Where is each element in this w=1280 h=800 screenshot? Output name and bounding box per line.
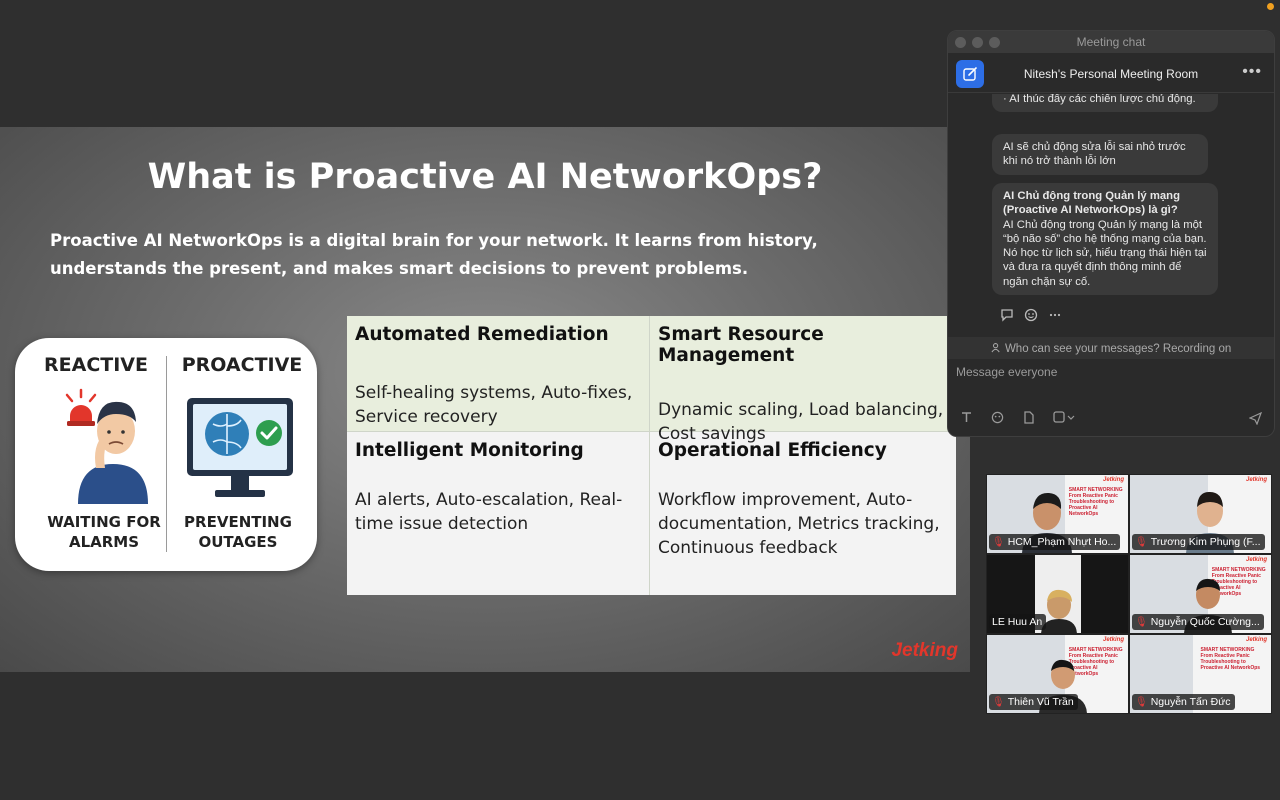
participant-name: Nguyễn Quốc Cường...	[1150, 616, 1260, 628]
participant-name: Thiên Vũ Trần	[1007, 696, 1074, 708]
jetking-mini-logo: Jetking	[1245, 557, 1267, 563]
table-cell: Automated Remediation Self-healing syste…	[347, 316, 650, 432]
message-input[interactable]: Message everyone	[956, 365, 1057, 379]
worried-person-alarm-icon	[65, 388, 148, 504]
reply-icon[interactable]	[1000, 308, 1014, 325]
slide-intro: Proactive AI NetworkOps is a digital bra…	[50, 231, 818, 278]
meeting-room-name: Nitesh's Personal Meeting Room	[1023, 67, 1199, 81]
participant-nameplate: 🎙 Trương Kim Phụng (F...	[1132, 534, 1265, 550]
mic-muted-icon: 🎙	[1135, 536, 1148, 548]
emoji-icon[interactable]	[991, 411, 1004, 427]
participant-name: HCM_Phạm Nhựt Ho...	[1007, 536, 1117, 548]
more-icon[interactable]: •••	[1242, 63, 1262, 81]
participant-name: Trương Kim Phụng (F...	[1150, 536, 1261, 548]
table-cell: Operational Efficiency Workflow improvem…	[650, 432, 956, 595]
edit-icon	[963, 67, 977, 81]
reactive-proactive-card: REACTIVE PROACTIVE WAITING FOR ALARMS PR…	[15, 338, 317, 571]
edit-button[interactable]	[956, 60, 984, 88]
thumbnail-text: SMART NETWORKING From Reactive Panic Troub…	[1068, 487, 1123, 517]
cell-body: AI alerts, Auto-escalation, Real-time is…	[355, 490, 623, 534]
participant-tile[interactable]: SMART NETWORKING From Reactive Panic Troub…	[1129, 634, 1272, 714]
participant-tile[interactable]: LE Huu An	[986, 554, 1129, 634]
meeting-chat-panel: Meeting chat Nitesh's Personal Meeting R…	[947, 30, 1275, 437]
capabilities-table: Automated Remediation Self-healing syste…	[347, 316, 956, 595]
slide-title: What is Proactive AI NetworkOps?	[147, 157, 823, 197]
jetking-mini-logo: Jetking	[1245, 477, 1267, 483]
participant-nameplate: LE Huu An	[989, 614, 1047, 630]
screenshot-icon[interactable]	[1053, 411, 1075, 427]
chat-titlebar: Meeting chat	[948, 31, 1274, 53]
chat-header: Nitesh's Personal Meeting Room •••	[948, 53, 1274, 93]
jetking-logo: Jetking	[891, 640, 958, 661]
participant-tile[interactable]: SMART NETWORKING From Reactive Panic Troub…	[986, 634, 1129, 714]
participant-tile[interactable]: Jetking 🎙 Trương Kim Phụng (F...	[1129, 474, 1272, 554]
people-icon	[991, 343, 1000, 353]
participant-nameplate: 🎙 HCM_Phạm Nhựt Ho...	[989, 534, 1121, 550]
send-button[interactable]	[1248, 411, 1263, 428]
notification-dot	[1267, 3, 1274, 10]
message-heading: AI Chủ động trong Quản lý mạng (Proactiv…	[1003, 190, 1180, 217]
participant-nameplate: 🎙 Nguyễn Tấn Đức	[1132, 694, 1235, 710]
proactive-heading: PROACTIVE	[181, 354, 303, 376]
chat-message: · AI thúc đẩy các chiến lược chủ động.	[992, 94, 1218, 113]
cell-title: Automated Remediation	[355, 324, 609, 345]
cell-title: Intelligent Monitoring	[355, 440, 584, 461]
message-body: AI Chủ động trong Quản lý mạng là một “b…	[1003, 218, 1207, 288]
participant-name: LE Huu An	[992, 616, 1043, 628]
participant-nameplate: 🎙 Thiên Vũ Trần	[989, 694, 1078, 710]
participant-nameplate: 🎙 Nguyễn Quốc Cường...	[1132, 614, 1264, 630]
chat-message: AI Chủ động trong Quản lý mạng (Proactiv…	[992, 183, 1218, 296]
cell-body: Workflow improvement, Auto-documentation…	[658, 490, 940, 558]
text-format-icon[interactable]	[960, 411, 973, 427]
emoji-reaction-icon[interactable]	[1024, 308, 1038, 325]
message-list: · AI thúc đẩy các chiến lược chủ động. A…	[948, 94, 1274, 338]
shared-slide: What is Proactive AI NetworkOps? Proacti…	[0, 127, 970, 672]
message-actions	[1000, 308, 1062, 325]
mic-muted-icon: 🎙	[1135, 616, 1148, 628]
chat-message: AI sẽ chủ động sửa lỗi sai nhỏ trước khi…	[992, 134, 1208, 175]
monitor-brain-check-icon	[187, 398, 293, 497]
cell-title: Smart Resource Management	[658, 324, 824, 366]
cell-body: Self-healing systems, Auto-fixes, Servic…	[355, 383, 633, 427]
mic-muted-icon: 🎙	[1135, 696, 1148, 708]
file-icon[interactable]	[1022, 411, 1035, 427]
composer-toolbar	[960, 411, 1075, 427]
send-icon	[1248, 411, 1263, 426]
participant-tile[interactable]: SMART NETWORKING From Reactive Panic Troub…	[1129, 554, 1272, 634]
table-cell: Intelligent Monitoring AI alerts, Auto-e…	[347, 432, 650, 595]
participant-name: Nguyễn Tấn Đức	[1150, 696, 1231, 708]
participant-video-grid: SMART NETWORKING From Reactive Panic Troub…	[986, 474, 1272, 714]
reactive-heading: REACTIVE	[44, 354, 148, 376]
visibility-notice[interactable]: Who can see your messages? Recording on	[948, 337, 1274, 359]
reactive-caption: WAITING FOR ALARMS	[47, 513, 161, 551]
chat-window-title: Meeting chat	[1076, 35, 1146, 49]
mic-muted-icon: 🎙	[992, 696, 1005, 708]
table-cell: Smart Resource Management Dynamic scalin…	[650, 316, 956, 444]
jetking-mini-logo: Jetking	[1102, 637, 1124, 643]
participant-tile[interactable]: SMART NETWORKING From Reactive Panic Troub…	[986, 474, 1129, 554]
more-actions-icon[interactable]	[1048, 308, 1062, 325]
cell-title: Operational Efficiency	[658, 440, 887, 461]
thumbnail-text: SMART NETWORKING From Reactive Panic Troub…	[1200, 647, 1261, 671]
mic-muted-icon: 🎙	[992, 536, 1005, 548]
proactive-caption: PREVENTING OUTAGES	[184, 513, 292, 551]
visibility-notice-text: Who can see your messages? Recording on	[1004, 343, 1232, 355]
jetking-mini-logo: Jetking	[1245, 637, 1267, 643]
jetking-mini-logo: Jetking	[1102, 477, 1124, 483]
